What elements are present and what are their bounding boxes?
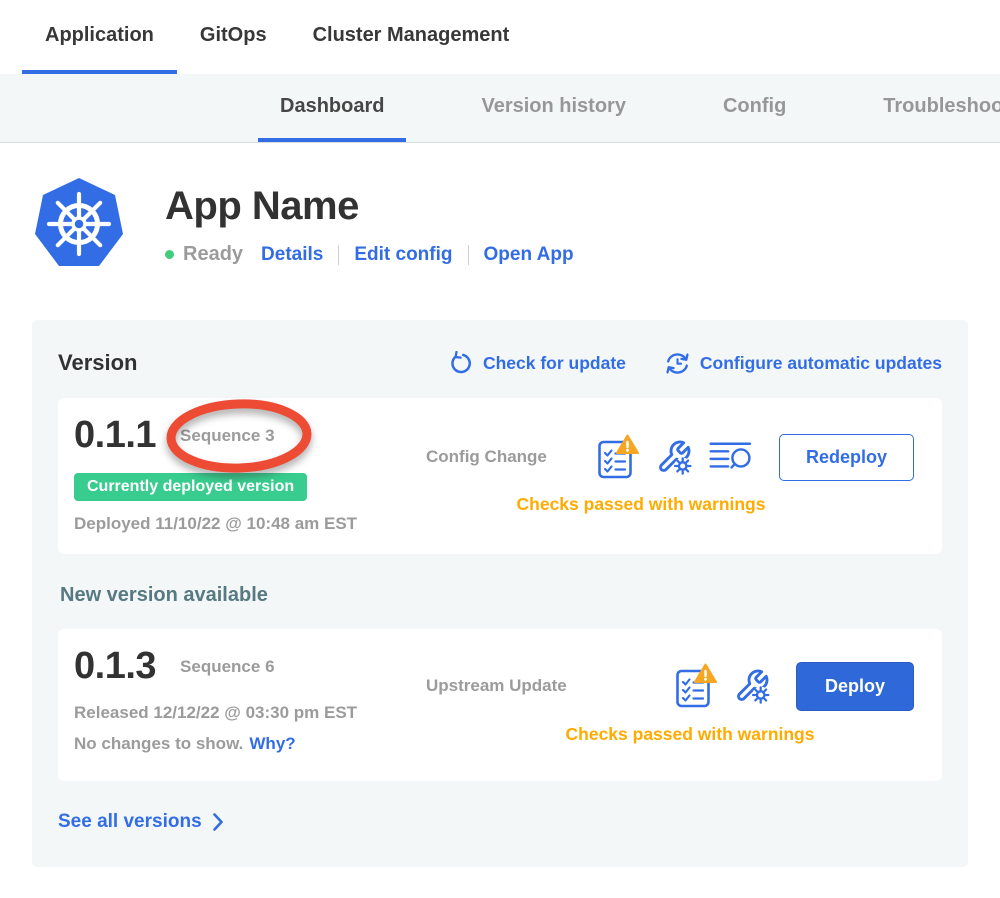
app-header-text: App Name Ready Details Edit config Open … xyxy=(165,176,574,272)
current-version-info: 0.1.1 Sequence 3 Currently deployed vers… xyxy=(74,414,426,534)
chevron-right-icon xyxy=(212,813,224,831)
configure-automatic-updates-link[interactable]: Configure automatic updates xyxy=(664,351,942,376)
tab-cluster-management[interactable]: Cluster Management xyxy=(290,0,533,74)
available-version-number: 0.1.3 xyxy=(74,645,156,688)
version-panel-actions: Check for update Configure automatic upd… xyxy=(449,351,942,376)
deploy-button[interactable]: Deploy xyxy=(796,662,914,711)
preflight-checklist-warning-icon[interactable] xyxy=(597,434,639,480)
current-checks-status: Checks passed with warnings xyxy=(426,494,914,515)
available-change-type: Upstream Update xyxy=(426,676,567,696)
edit-config-link[interactable]: Edit config xyxy=(354,244,452,266)
available-checks-status: Checks passed with warnings xyxy=(426,724,914,745)
current-version-actions: Config Change xyxy=(426,414,914,534)
tab-application[interactable]: Application xyxy=(22,0,177,74)
available-version-info: 0.1.3 Sequence 6 Released 12/12/22 @ 03:… xyxy=(74,645,426,761)
sub-nav: Dashboard Version history Config Trouble… xyxy=(0,74,1000,143)
available-version-icon-actions xyxy=(675,663,770,709)
released-timestamp: Released 12/12/22 @ 03:30 pm EST xyxy=(74,703,426,723)
divider xyxy=(468,245,469,265)
current-version-card: 0.1.1 Sequence 3 Currently deployed vers… xyxy=(58,398,942,554)
why-link[interactable]: Why? xyxy=(249,734,295,753)
current-change-type: Config Change xyxy=(426,447,547,467)
see-all-versions-link[interactable]: See all versions xyxy=(58,811,224,833)
available-version-card: 0.1.3 Sequence 6 Released 12/12/22 @ 03:… xyxy=(58,629,942,781)
config-wrench-gear-icon[interactable] xyxy=(656,439,692,475)
current-version-sequence: Sequence 3 xyxy=(180,426,275,446)
tab-gitops[interactable]: GitOps xyxy=(177,0,290,74)
page-title: App Name xyxy=(165,184,574,229)
see-all-versions-label: See all versions xyxy=(58,811,202,833)
status-badge: Ready xyxy=(183,243,243,266)
tab-version-history[interactable]: Version history xyxy=(459,74,648,142)
check-for-update-label: Check for update xyxy=(483,353,626,374)
tab-config[interactable]: Config xyxy=(701,74,808,142)
current-version-number: 0.1.1 xyxy=(74,414,156,457)
no-changes-text: No changes to show. xyxy=(74,734,243,753)
preflight-checklist-warning-icon[interactable] xyxy=(675,663,717,709)
current-version-icon-actions xyxy=(597,434,753,480)
open-app-link[interactable]: Open App xyxy=(484,244,574,266)
configure-automatic-updates-label: Configure automatic updates xyxy=(700,353,942,374)
tab-troubleshoot[interactable]: Troubleshoot xyxy=(861,74,1000,142)
scheduled-update-icon xyxy=(664,351,691,376)
refresh-icon xyxy=(449,351,474,376)
no-changes-row: No changes to show. Why? xyxy=(74,734,426,754)
version-panel-header: Version Check for update Configure autom… xyxy=(58,350,942,376)
divider xyxy=(338,245,339,265)
app-status-row: Ready Details Edit config Open App xyxy=(165,243,574,266)
available-version-actions: Upstream Update xyxy=(426,645,914,761)
deployed-timestamp: Deployed 11/10/22 @ 10:48 am EST xyxy=(74,514,426,534)
check-for-update-link[interactable]: Check for update xyxy=(449,351,626,376)
details-link[interactable]: Details xyxy=(261,244,323,266)
config-wrench-gear-icon[interactable] xyxy=(734,668,770,704)
available-version-sequence: Sequence 6 xyxy=(180,657,275,677)
ready-status-dot-icon xyxy=(165,250,174,259)
view-diff-icon[interactable] xyxy=(709,440,753,474)
kubernetes-logo-icon xyxy=(35,176,123,272)
new-version-heading: New version available xyxy=(60,584,942,607)
currently-deployed-badge: Currently deployed version xyxy=(74,473,307,501)
tab-dashboard[interactable]: Dashboard xyxy=(258,74,406,142)
version-panel: Version Check for update Configure autom… xyxy=(32,320,968,867)
redeploy-button[interactable]: Redeploy xyxy=(779,434,914,481)
version-section-title: Version xyxy=(58,350,137,376)
top-nav: Application GitOps Cluster Management xyxy=(0,0,1000,74)
app-header: App Name Ready Details Edit config Open … xyxy=(35,176,1000,272)
